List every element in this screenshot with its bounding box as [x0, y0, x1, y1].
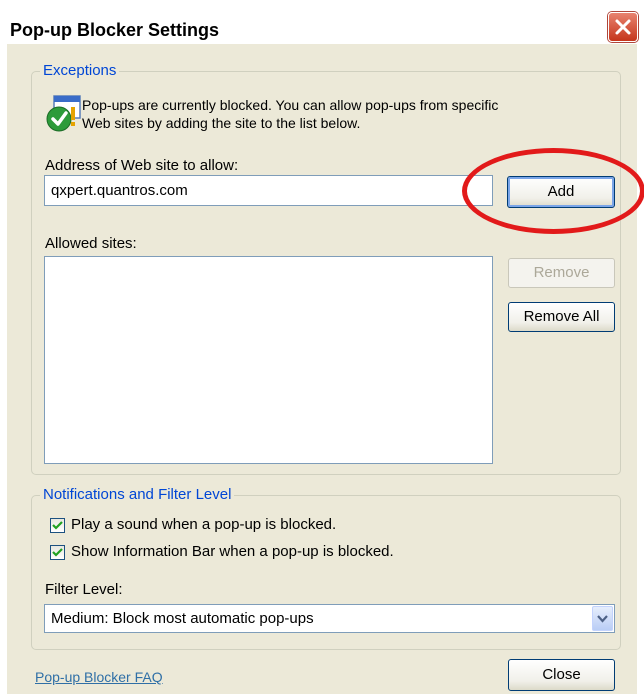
- close-button-label: Close: [542, 666, 581, 683]
- filter-dropdown-button[interactable]: [592, 606, 613, 631]
- filter-level-label: Filter Level:: [45, 581, 123, 598]
- play-sound-label[interactable]: Play a sound when a pop-up is blocked.: [71, 516, 336, 533]
- allowed-sites-label: Allowed sites:: [45, 235, 137, 252]
- filter-level-value: Medium: Block most automatic pop-ups: [51, 610, 314, 627]
- popup-blocker-faq-link[interactable]: Pop-up Blocker FAQ: [35, 669, 163, 685]
- close-window-button[interactable]: [608, 12, 638, 42]
- filter-level-select[interactable]: Medium: Block most automatic pop-ups: [44, 604, 615, 633]
- allowed-sites-list[interactable]: [44, 256, 493, 464]
- remove-all-button-label: Remove All: [523, 308, 600, 325]
- address-input-value: qxpert.quantros.com: [51, 182, 188, 199]
- shield-check-warning-icon: [46, 95, 81, 132]
- remove-button-label: Remove: [533, 264, 590, 281]
- address-label: Address of Web site to allow:: [45, 157, 239, 174]
- close-x-icon: [615, 19, 631, 35]
- chevron-down-icon: [597, 615, 608, 623]
- remove-all-button[interactable]: Remove All: [508, 302, 615, 332]
- show-infobar-label[interactable]: Show Information Bar when a pop-up is bl…: [71, 543, 394, 560]
- dialog-body: Exceptions Pop-ups are currently blocked…: [7, 44, 637, 694]
- exceptions-legend: Exceptions: [40, 62, 120, 80]
- window-title: Pop-up Blocker Settings: [10, 20, 220, 40]
- annotation-circle: [462, 148, 644, 234]
- info-text-line1: Pop-ups are currently blocked. You can a…: [82, 97, 499, 113]
- checkmark-icon: [52, 521, 63, 530]
- address-input[interactable]: qxpert.quantros.com: [44, 175, 493, 206]
- notifications-legend: Notifications and Filter Level: [40, 486, 235, 504]
- close-button[interactable]: Close: [508, 659, 615, 691]
- info-text-line2: Web sites by adding the site to the list…: [82, 115, 361, 131]
- title-bar: Pop-up Blocker Settings: [0, 0, 644, 44]
- play-sound-checkbox[interactable]: [50, 518, 65, 533]
- checkmark-icon: [52, 548, 63, 557]
- show-infobar-checkbox[interactable]: [50, 545, 65, 560]
- remove-button[interactable]: Remove: [508, 258, 615, 288]
